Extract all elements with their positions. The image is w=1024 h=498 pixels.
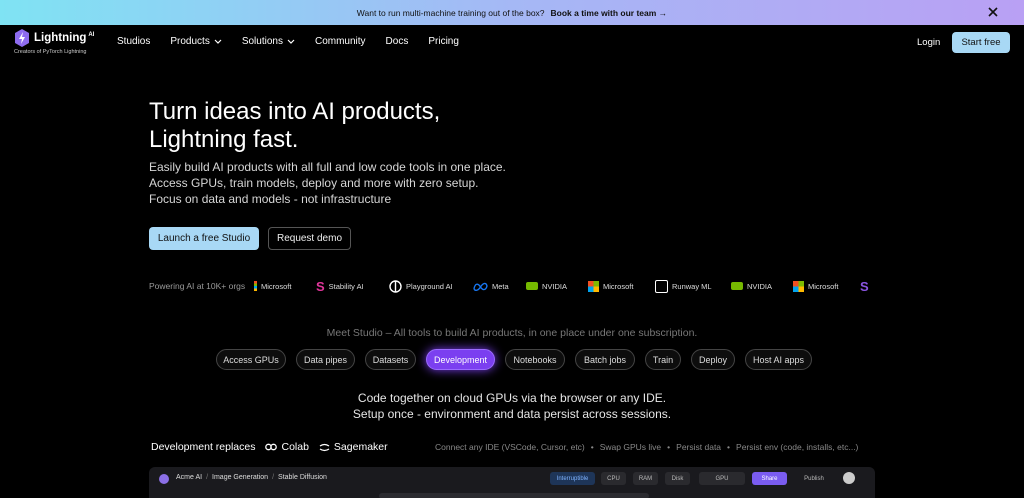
nav-community[interactable]: Community [315, 36, 366, 47]
logo-microsoft: Microsoft [254, 281, 316, 291]
feature-item: Persist env (code, installs, etc...) [736, 442, 859, 452]
disk-stat: Disk [665, 472, 690, 485]
development-description: Code together on cloud GPUs via the brow… [352, 391, 672, 421]
nav-links: Studios Products Solutions Community Doc… [117, 36, 479, 47]
launch-studio-button[interactable]: Launch a free Studio [149, 227, 259, 250]
colab-item: Colab [265, 441, 309, 453]
hero-description: Easily build AI products with all full a… [149, 160, 506, 206]
logo-name: Lightning AI [34, 32, 95, 44]
sagemaker-item: Sagemaker [319, 441, 388, 453]
start-free-button[interactable]: Start free [952, 32, 1010, 53]
logo-runway: Runway ML [655, 279, 731, 293]
interruptible-badge: Interruptible [550, 472, 595, 485]
nav-products[interactable]: Products [170, 36, 222, 47]
nav-pricing[interactable]: Pricing [428, 36, 459, 47]
logo-microsoft: Microsoft [588, 280, 655, 292]
hero-title: Turn ideas into AI products, Lightning f… [149, 98, 441, 153]
logo-nvidia: NVIDIA [526, 282, 588, 291]
feature-separator: • [727, 442, 731, 452]
microsoft-icon [793, 280, 804, 292]
runway-icon [655, 279, 668, 293]
announcement-bar: Want to run multi-machine training out o… [0, 0, 1024, 25]
publish-button[interactable]: Publish [794, 472, 834, 485]
meta-icon [473, 282, 488, 291]
tab-notebooks[interactable]: Notebooks [505, 349, 565, 370]
login-link[interactable]: Login [917, 37, 940, 48]
logo-meta: Meta [473, 282, 526, 291]
studio-logo-icon [159, 474, 169, 484]
chevron-down-icon [287, 39, 295, 44]
announcement-cta-link[interactable]: Book a time with our team → [551, 8, 668, 18]
microsoft-icon [254, 281, 257, 291]
close-icon[interactable] [986, 5, 1000, 19]
logo-nvidia: NVIDIA [731, 282, 793, 291]
colab-icon [265, 443, 278, 451]
cpu-stat: CPU [601, 472, 626, 485]
tab-access-gpus[interactable]: Access GPUs [216, 349, 286, 370]
feature-item: Swap GPUs live [599, 442, 662, 452]
tab-deploy[interactable]: Deploy [691, 349, 735, 370]
feature-separator: • [667, 442, 671, 452]
tab-data-pipes[interactable]: Data pipes [296, 349, 355, 370]
lightning-bolt-icon [15, 29, 29, 47]
stability-partial-icon: S [860, 278, 869, 294]
nvidia-icon [526, 282, 538, 290]
powering-label: Powering AI at 10K+ orgs [149, 281, 246, 291]
feature-separator: • [590, 442, 594, 452]
nvidia-icon [731, 282, 743, 290]
tab-batch-jobs[interactable]: Batch jobs [575, 349, 635, 370]
customer-logos: Microsoft S Stability AI Playground AI Me… [254, 278, 874, 294]
lightning-logo[interactable]: Lightning AI Creators of PyTorch Lightnin… [14, 29, 104, 55]
tab-host-ai-apps[interactable]: Host AI apps [745, 349, 812, 370]
stability-icon: S [316, 278, 325, 294]
meet-studio-text: Meet Studio – All tools to build AI prod… [326, 327, 698, 339]
logo-playground: Playground AI [389, 279, 473, 293]
replaces-label: Development replaces [151, 441, 256, 453]
chevron-down-icon [214, 39, 222, 44]
nav-solutions[interactable]: Solutions [242, 36, 295, 47]
logo-tagline: Creators of PyTorch Lightning [14, 49, 87, 55]
editor-bar [379, 493, 649, 498]
gpu-stat: GPU [699, 472, 745, 485]
development-features: Connect any IDE (VSCode, Cursor, etc) • Sw… [435, 442, 858, 452]
logo-stability: S [860, 279, 874, 294]
studio-preview: Acme AI / Image Generation / Stable Diffusio… [149, 467, 875, 498]
tab-development[interactable]: Development [426, 349, 495, 370]
tab-datasets[interactable]: Datasets [365, 349, 416, 370]
share-button[interactable]: Share [752, 472, 787, 485]
feature-tabs: Access GPUs Data pipes Datasets Developm… [216, 349, 812, 370]
microsoft-icon [588, 280, 599, 292]
feature-item: Persist data [676, 442, 722, 452]
ram-stat: RAM [633, 472, 658, 485]
feature-item: Connect any IDE (VSCode, Cursor, etc) [435, 442, 585, 452]
request-demo-button[interactable]: Request demo [268, 227, 351, 250]
sagemaker-icon [319, 443, 330, 451]
nav-studios[interactable]: Studios [117, 36, 150, 47]
breadcrumb: Acme AI / Image Generation / Stable Diffusio… [176, 474, 327, 481]
avatar[interactable] [843, 472, 855, 484]
logo-stability: S Stability AI [316, 278, 364, 294]
nav-docs[interactable]: Docs [386, 36, 409, 47]
announcement-text: Want to run multi-machine training out o… [356, 7, 545, 18]
tab-train[interactable]: Train [645, 349, 681, 370]
logo-microsoft: Microsoft [793, 280, 860, 292]
navbar: Lightning AI Creators of PyTorch Lightnin… [0, 25, 1024, 59]
development-replaces: Development replaces Colab Sagemaker [151, 441, 388, 453]
playground-icon [389, 279, 402, 293]
